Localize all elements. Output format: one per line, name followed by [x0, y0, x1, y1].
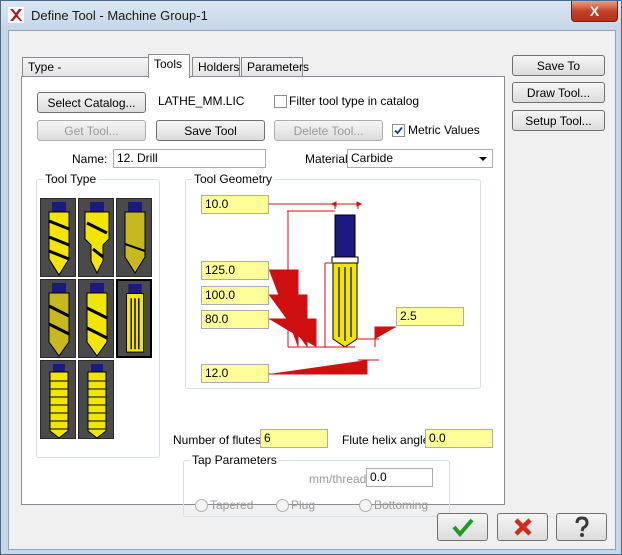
dialog-client: Type - Drill/Tap/Reamer Tools Holders Pa…	[8, 30, 616, 550]
thread-pitch-label: mm/thread	[309, 472, 367, 486]
title-bar[interactable]: Define Tool - Machine Group-1 X	[1, 1, 621, 29]
flutes-input[interactable]: 6	[260, 429, 328, 448]
setup-tool-label: Setup Tool...	[525, 114, 592, 128]
helix-angle-input[interactable]: 0.0	[425, 429, 493, 448]
tab-parameters[interactable]: Parameters	[241, 57, 309, 77]
tab-tools-label: Tools	[154, 57, 183, 71]
checkmark-icon	[394, 126, 403, 135]
tool-type-reamer[interactable]	[40, 279, 76, 358]
tab-parameters-label: Parameters	[247, 60, 310, 74]
save-tool-button[interactable]: Save Tool	[156, 120, 265, 141]
tool-type-center-drill[interactable]	[78, 198, 114, 277]
select-catalog-button[interactable]: Select Catalog...	[37, 92, 146, 113]
cancel-button[interactable]	[497, 513, 548, 541]
geometry-shoulder-length-input[interactable]: 100.0	[201, 286, 269, 305]
tools-tab-panel: Select Catalog... LATHE_MM.LIC Filter to…	[21, 76, 505, 517]
geometry-diameter-input[interactable]: 10.0	[201, 195, 269, 214]
delete-tool-label: Delete Tool...	[293, 124, 364, 138]
help-icon	[575, 516, 589, 537]
tool-type-tap-left[interactable]	[40, 360, 76, 439]
checkmark-icon	[451, 518, 474, 538]
draw-tool-button[interactable]: Draw Tool...	[512, 82, 605, 103]
filter-checkbox[interactable]	[274, 95, 287, 108]
close-icon	[513, 518, 532, 536]
tool-type-step-drill[interactable]	[78, 279, 114, 358]
tap-icon	[49, 364, 69, 439]
geometry-overall-length-input[interactable]: 125.0	[201, 261, 269, 280]
geometry-tip-length-input[interactable]: 2.5	[396, 307, 464, 326]
get-tool-label: Get Tool...	[64, 124, 119, 138]
material-label: Material	[305, 152, 348, 166]
tap-icon	[87, 364, 107, 439]
name-label: Name:	[72, 152, 108, 166]
metric-values-label: Metric Values	[408, 123, 480, 137]
window-title: Define Tool - Machine Group-1	[31, 8, 208, 23]
flutes-label: Number of flutes:	[173, 433, 265, 447]
catalog-file-display: LATHE_MM.LIC	[154, 92, 265, 111]
bottoming-radio[interactable]	[359, 499, 372, 512]
plug-label: Plug	[291, 498, 316, 512]
close-icon: X	[589, 3, 600, 19]
material-value: Carbide	[351, 151, 394, 165]
tool-type-selected-drill[interactable]	[116, 279, 152, 358]
tool-type-spot-drill[interactable]	[116, 198, 152, 277]
plug-radio[interactable]	[276, 499, 289, 512]
setup-tool-button[interactable]: Setup Tool...	[512, 110, 605, 131]
get-tool-button[interactable]: Get Tool...	[37, 120, 146, 141]
tool-geometry-label: Tool Geometry	[192, 172, 275, 186]
center-drill-icon	[84, 202, 110, 275]
draw-tool-label: Draw Tool...	[526, 86, 591, 100]
ok-button[interactable]	[437, 513, 488, 541]
tab-type[interactable]: Type - Drill/Tap/Reamer	[22, 57, 149, 93]
material-select[interactable]: Carbide	[347, 149, 493, 168]
spot-drill-icon	[124, 202, 146, 274]
save-to-library-button[interactable]: Save To Library...	[512, 55, 605, 94]
filter-label: Filter tool type in catalog	[289, 94, 420, 108]
close-window-button[interactable]: X	[571, 1, 618, 22]
tap-parameters-label: Tap Parameters	[190, 453, 279, 467]
save-tool-label: Save Tool	[184, 124, 237, 138]
chevron-down-icon	[479, 157, 487, 161]
name-input[interactable]: 12. Drill	[113, 149, 266, 168]
geometry-flute-length-input[interactable]: 80.0	[201, 310, 269, 329]
tool-type-tap-right[interactable]	[78, 360, 114, 439]
reamer-icon	[48, 283, 70, 357]
select-catalog-label: Select Catalog...	[47, 96, 136, 110]
step-drill-icon	[86, 283, 108, 357]
tab-tools[interactable]: Tools	[148, 54, 190, 78]
tapered-radio[interactable]	[195, 499, 208, 512]
tapered-label: Tapered	[210, 498, 254, 512]
thread-pitch-input[interactable]: 0.0	[366, 468, 433, 487]
tool-type-drill[interactable]	[40, 198, 76, 277]
metric-values-checkbox[interactable]	[392, 124, 405, 137]
define-tool-window: Define Tool - Machine Group-1 X Type - D…	[0, 0, 622, 555]
bottoming-label: Bottoming	[374, 498, 429, 512]
straight-flute-drill-icon	[126, 284, 144, 353]
help-button[interactable]	[556, 513, 607, 541]
app-icon	[8, 7, 24, 23]
delete-tool-button[interactable]: Delete Tool...	[274, 120, 383, 141]
drill-icon	[48, 202, 70, 276]
geometry-shank-diameter-input[interactable]: 12.0	[201, 364, 269, 383]
tab-holders-label: Holders	[198, 60, 240, 74]
tab-holders[interactable]: Holders	[192, 57, 240, 77]
helix-angle-label: Flute helix angle:	[342, 433, 433, 447]
tool-type-label: Tool Type	[43, 172, 99, 186]
